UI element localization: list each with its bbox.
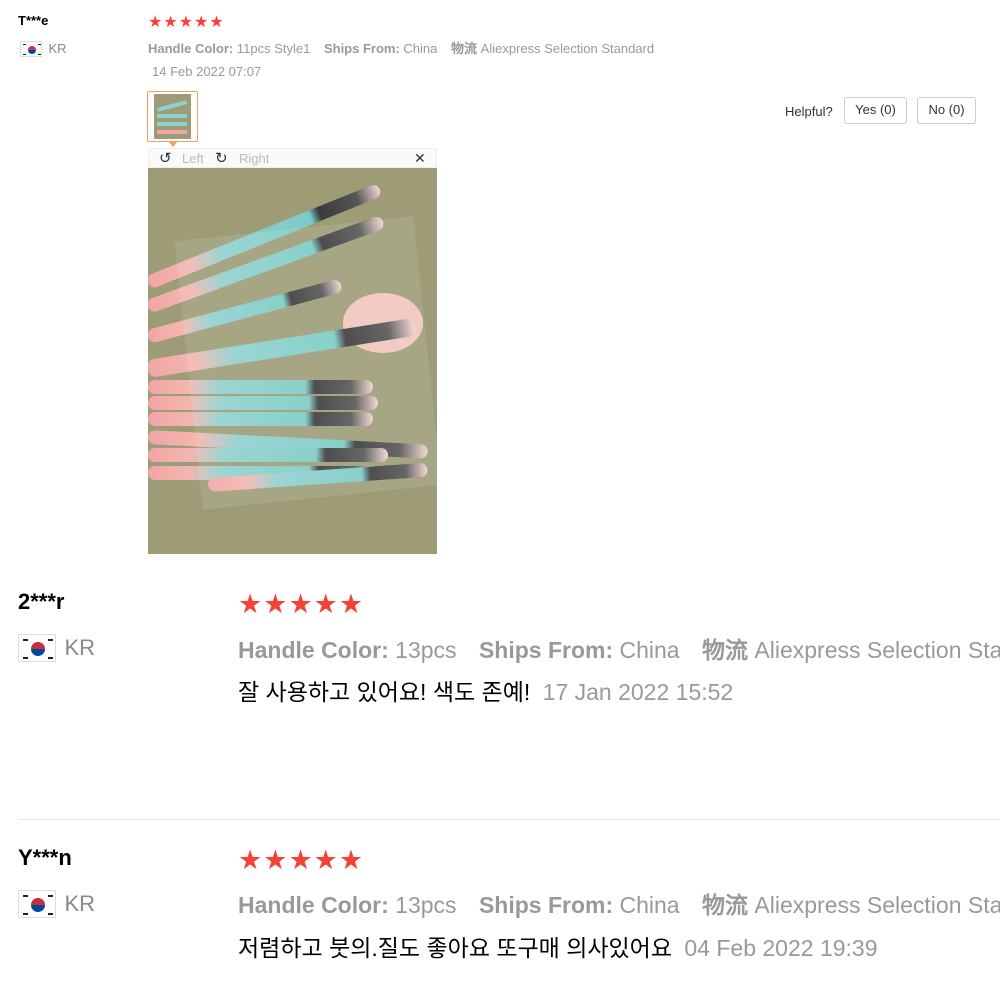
korea-flag-icon (20, 40, 42, 57)
photo-thumbnail[interactable] (147, 91, 198, 147)
country: KR (18, 890, 95, 920)
korea-flag-icon (18, 634, 56, 662)
star-rating: ★★★★★ (148, 12, 225, 32)
helpful-no-button[interactable]: No (0) (917, 97, 976, 124)
sku-value: China (619, 637, 680, 663)
sku-key: 物流 (702, 637, 748, 663)
reviewer-name: 2***r (18, 589, 65, 614)
review-divider (18, 819, 1000, 820)
review-text: 잘 사용하고 있어요! 색도 존예! (238, 679, 531, 705)
sku-value: 13pcs (395, 892, 457, 918)
sku-key: Handle Color: (238, 637, 389, 663)
sku-info: Handle Color: 11pcs Style1 Ships From: C… (148, 38, 654, 57)
image-viewer-toolbar: ↺ Left ↻ Right ✕ (148, 148, 437, 168)
rotate-left-label[interactable]: Left (182, 151, 204, 166)
sku-key: Ships From: (323, 41, 400, 56)
close-icon[interactable]: ✕ (414, 150, 426, 167)
sku-value: Aliexpress Selection Stan (754, 892, 1000, 918)
star-icon: ★ (209, 14, 225, 31)
review-text: 저렴하고 붓의.질도 좋아요 또구매 의사있어요 (238, 935, 672, 961)
korea-flag-icon (18, 890, 56, 918)
sku-info: Handle Color: 13pcs Ships From: China 物流… (238, 886, 1000, 920)
star-icon: ★ (178, 14, 195, 31)
review-body: 저렴하고 붓의.질도 좋아요 또구매 의사있어요 04 Feb 2022 19:… (238, 929, 878, 963)
star-icon: ★ (263, 845, 289, 875)
sku-value: Aliexpress Selection Stan (754, 637, 1000, 663)
review-date: 04 Feb 2022 19:39 (684, 935, 878, 961)
sku-value: 11pcs Style1 (236, 41, 311, 56)
sku-key: Handle Color: (238, 892, 389, 918)
rotate-right-label[interactable]: Right (239, 151, 269, 166)
review-date: 17 Jan 2022 15:52 (542, 679, 734, 705)
rotate-left-icon[interactable]: ↺ (159, 149, 172, 167)
sku-value: China (619, 892, 680, 918)
star-rating: ★★★★★ (238, 589, 364, 619)
country-code: KR (64, 891, 96, 916)
reviewer-name: Y***n (18, 845, 72, 870)
review-date: 14 Feb 2022 07:07 (152, 64, 262, 79)
country: KR (20, 40, 67, 57)
star-icon: ★ (263, 589, 289, 619)
sku-key: Handle Color: (148, 41, 234, 56)
sku-key: 物流 (702, 892, 748, 918)
review-photo (148, 168, 437, 554)
star-icon: ★ (238, 845, 264, 875)
star-icon: ★ (288, 845, 314, 875)
helpful-label: Helpful? (785, 104, 833, 119)
sku-value: China (403, 41, 438, 56)
star-icon: ★ (313, 589, 339, 619)
sku-key: 物流 (451, 41, 478, 56)
star-icon: ★ (163, 14, 179, 31)
sku-value: 13pcs (395, 637, 457, 663)
star-icon: ★ (338, 845, 365, 875)
country: KR (18, 634, 95, 664)
star-icon: ★ (238, 589, 264, 619)
country-code: KR (48, 41, 67, 57)
sku-info: Handle Color: 13pcs Ships From: China 物流… (238, 631, 1000, 665)
star-icon: ★ (338, 589, 365, 619)
sku-key: Ships From: (478, 637, 614, 663)
star-rating: ★★★★★ (238, 845, 364, 875)
star-icon: ★ (313, 845, 339, 875)
reviewer-name: T***e (18, 13, 49, 28)
review-body: 잘 사용하고 있어요! 색도 존예! 17 Jan 2022 15:52 (238, 673, 733, 707)
helpful-yes-button[interactable]: Yes (0) (844, 97, 907, 124)
sku-value: Aliexpress Selection Standard (480, 41, 655, 56)
rotate-right-icon[interactable]: ↻ (215, 149, 228, 167)
star-icon: ★ (194, 14, 210, 31)
star-icon: ★ (288, 589, 314, 619)
sku-key: Ships From: (478, 892, 614, 918)
country-code: KR (64, 635, 96, 660)
star-icon: ★ (148, 14, 164, 31)
